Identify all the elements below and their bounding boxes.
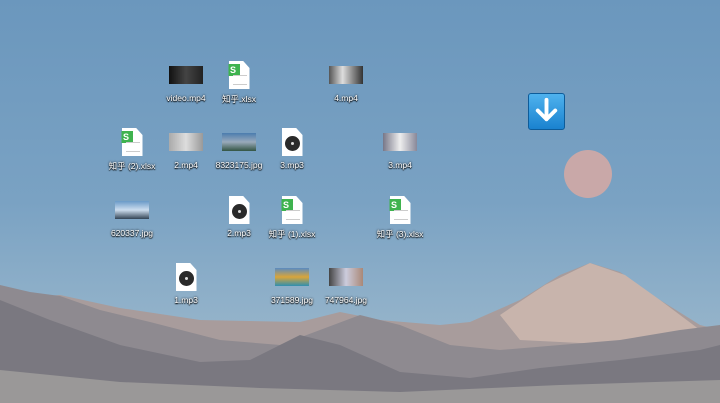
desktop-icon-2-mp4[interactable]: 2.mp4 bbox=[156, 127, 216, 170]
desktop-icon-747964-jpg[interactable]: 747964.jpg bbox=[316, 262, 376, 305]
desktop-icon-video-mp4[interactable]: video.mp4 bbox=[156, 60, 216, 103]
desktop-icon-zhihu-3-xlsx[interactable]: S 知乎 (3).xlsx bbox=[370, 195, 430, 240]
desktop-icon-3-mp3[interactable]: 3.mp3 bbox=[262, 127, 322, 170]
spreadsheet-icon: S bbox=[389, 196, 411, 224]
image-thumbnail bbox=[275, 268, 309, 286]
desktop-icon-3-mp4[interactable]: 3.mp4 bbox=[370, 127, 430, 170]
desktop-icon-620337-jpg[interactable]: 620337.jpg bbox=[102, 195, 162, 238]
audio-file-icon bbox=[228, 196, 250, 224]
desktop-icon-4-mp4[interactable]: 4.mp4 bbox=[316, 60, 376, 103]
video-thumbnail bbox=[169, 133, 203, 151]
spreadsheet-icon: S bbox=[228, 61, 250, 89]
spreadsheet-icon: S bbox=[281, 196, 303, 224]
spreadsheet-icon: S bbox=[121, 128, 143, 156]
image-thumbnail bbox=[222, 133, 256, 151]
video-thumbnail bbox=[169, 66, 203, 84]
audio-file-icon bbox=[281, 128, 303, 156]
image-thumbnail bbox=[329, 268, 363, 286]
video-thumbnail bbox=[329, 66, 363, 84]
video-thumbnail bbox=[383, 133, 417, 151]
desktop-icon-zhihu-1-xlsx[interactable]: S 知乎 (1).xlsx bbox=[262, 195, 322, 240]
desktop-icon-1-mp3[interactable]: 1.mp3 bbox=[156, 262, 216, 305]
download-arrow-icon[interactable] bbox=[528, 93, 565, 130]
image-thumbnail bbox=[115, 201, 149, 219]
audio-file-icon bbox=[175, 263, 197, 291]
desktop-icon-8323175-jpg[interactable]: 8323175.jpg bbox=[209, 127, 269, 170]
desktop-icon-2-mp3[interactable]: 2.mp3 bbox=[209, 195, 269, 238]
desktop-icon-zhihu-2-xlsx[interactable]: S 知乎 (2).xlsx bbox=[102, 127, 162, 172]
desktop-icon-371589-jpg[interactable]: 371589.jpg bbox=[262, 262, 322, 305]
moon bbox=[564, 150, 612, 198]
desktop-icon-zhihu-xlsx[interactable]: S 知乎.xlsx bbox=[209, 60, 269, 105]
